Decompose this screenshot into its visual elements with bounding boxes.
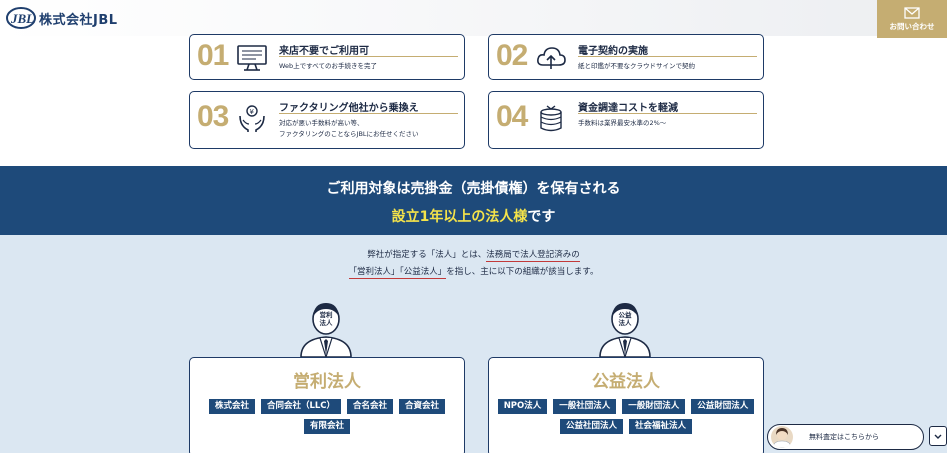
card-title: 公益法人 — [592, 372, 660, 392]
feature-description: Web上ですべてのお手続きを完了 — [279, 61, 377, 72]
mail-icon — [904, 6, 920, 19]
banner-line-2: 設立1年以上の法人様です — [0, 206, 947, 226]
feature-card-01: 01 来店不要でご利用可 Web上ですべてのお手続きを完了 — [189, 34, 465, 80]
tag-list: NPO法人 一般社団法人 一般財団法人 公益財団法人 公益社団法人 社会福祉法人 — [497, 399, 755, 434]
coin-stack-icon — [540, 105, 562, 132]
chat-minimize-button[interactable] — [929, 426, 947, 446]
tag: 合資会社 — [399, 399, 446, 414]
tag: 公益財団法人 — [691, 399, 755, 414]
feature-description: 手数料は業界最安水準の2%〜 — [578, 118, 666, 129]
feature-number: 03 — [197, 100, 229, 133]
feature-divider — [279, 56, 458, 57]
feature-title: ファクタリング他社から乗換え — [279, 103, 419, 114]
for-profit-corporation-card: 営利法人 株式会社 合同会社（LLC） 合名会社 合資会社 有限会社 — [189, 357, 465, 453]
tag: 社会福祉法人 — [629, 419, 693, 434]
feature-number: 04 — [496, 100, 528, 133]
badge-for-profit: 営利 法人 — [319, 311, 333, 327]
tag-list: 株式会社 合同会社（LLC） 合名会社 合資会社 有限会社 — [198, 399, 456, 434]
banner-line-1: ご利用対象は売掛金（売掛債権）を保有される — [326, 181, 621, 197]
feature-description: 紙と印鑑が不要なクラウドサインで契約 — [578, 61, 695, 72]
contact-label: お問い合わせ — [889, 21, 935, 31]
svg-text:JBL: JBL — [10, 11, 34, 26]
tag: 合名会社 — [347, 399, 394, 414]
hands-coin-icon: ¥ — [239, 105, 265, 132]
logo-text: 株式会社JBL — [39, 12, 118, 28]
monitor-icon — [237, 45, 267, 71]
operator-icon — [772, 428, 792, 448]
chevron-down-icon — [934, 434, 942, 439]
feature-divider — [279, 113, 458, 114]
intro-part-c: 「営利法人」「公益法人」 — [348, 267, 447, 279]
operator-avatar — [771, 426, 793, 448]
feature-number: 02 — [496, 39, 528, 72]
tag: NPO法人 — [497, 399, 548, 414]
feature-desc-line: ファクタリングのことならJBLにお任せください — [279, 130, 419, 138]
badge-public-interest: 公益 法人 — [618, 311, 632, 327]
tag: 合同会社（LLC） — [260, 399, 342, 414]
banner-highlight: 設立1年以上の法人様 — [391, 209, 528, 225]
chat-label: 無料査定はこちらから — [809, 433, 879, 441]
feature-number: 01 — [197, 39, 229, 72]
businessman-figure-icon — [300, 303, 352, 357]
intro-line-2: 「営利法人」「公益法人」を指し、主に以下の組織が該当します。 — [0, 264, 947, 281]
businessman-figure-icon — [599, 303, 651, 357]
tag: 一般財団法人 — [622, 399, 686, 414]
public-interest-corporation-card: 公益法人 NPO法人 一般社団法人 一般財団法人 公益財団法人 公益社団法人 社… — [488, 357, 764, 453]
intro-part-b: 法務局で法人登記済みの — [486, 250, 580, 262]
feature-title: 電子契約の実施 — [578, 46, 648, 57]
feature-title: 来店不要でご利用可 — [279, 46, 369, 57]
feature-desc-line: Web上ですべてのお手続きを完了 — [279, 62, 377, 70]
free-assessment-chat-button[interactable]: 無料査定はこちらから — [767, 424, 924, 450]
tag: 有限会社 — [303, 419, 350, 434]
intro-part-a: 弊社が指定する「法人」とは、 — [367, 250, 487, 260]
feature-card-03: 03 ¥ ファクタリング他社から乗換え 対応が悪い手数料が高い等、 ファクタリン… — [189, 91, 465, 149]
feature-desc-line: 対応が悪い手数料が高い等、 — [279, 119, 364, 127]
eligibility-banner: ご利用対象は売掛金（売掛債権）を保有される 設立1年以上の法人様です — [0, 166, 947, 235]
feature-divider — [578, 56, 757, 57]
intro-part-d: を指し、主に以下の組織が該当します。 — [446, 267, 599, 277]
intro-line-1: 弊社が指定する「法人」とは、法務局で法人登記済みの — [0, 247, 947, 264]
tag: 一般社団法人 — [553, 399, 617, 414]
feature-description: 対応が悪い手数料が高い等、 ファクタリングのことならJBLにお任せください — [279, 118, 419, 140]
feature-desc-line: 手数料は業界最安水準の2%〜 — [578, 119, 667, 127]
tag: 株式会社 — [208, 399, 255, 414]
cloud-upload-icon — [537, 47, 566, 69]
svg-text:¥: ¥ — [250, 108, 255, 116]
banner-line-2-rest: です — [527, 209, 556, 225]
corporation-section: 弊社が指定する「法人」とは、法務局で法人登記済みの 「営利法人」「公益法人」を指… — [0, 235, 947, 453]
feature-divider — [578, 113, 757, 114]
feature-card-02: 02 電子契約の実施 紙と印鑑が不要なクラウドサインで契約 — [488, 34, 764, 80]
site-header: JBL 株式会社JBL お問い合わせ — [0, 0, 947, 38]
feature-title: 資金調達コストを軽減 — [578, 103, 678, 114]
site-logo[interactable]: JBL 株式会社JBL — [6, 6, 118, 30]
feature-card-04: 04 資金調達コストを軽減 手数料は業界最安水準の2%〜 — [488, 91, 764, 149]
feature-desc-line: 紙と印鑑が不要なクラウドサインで契約 — [578, 62, 695, 70]
tag: 公益社団法人 — [559, 419, 623, 434]
contact-button[interactable]: お問い合わせ — [877, 0, 947, 38]
card-title: 営利法人 — [293, 372, 361, 392]
jbl-logo-icon: JBL — [6, 7, 36, 29]
intro-text: 弊社が指定する「法人」とは、法務局で法人登記済みの 「営利法人」「公益法人」を指… — [0, 247, 947, 281]
